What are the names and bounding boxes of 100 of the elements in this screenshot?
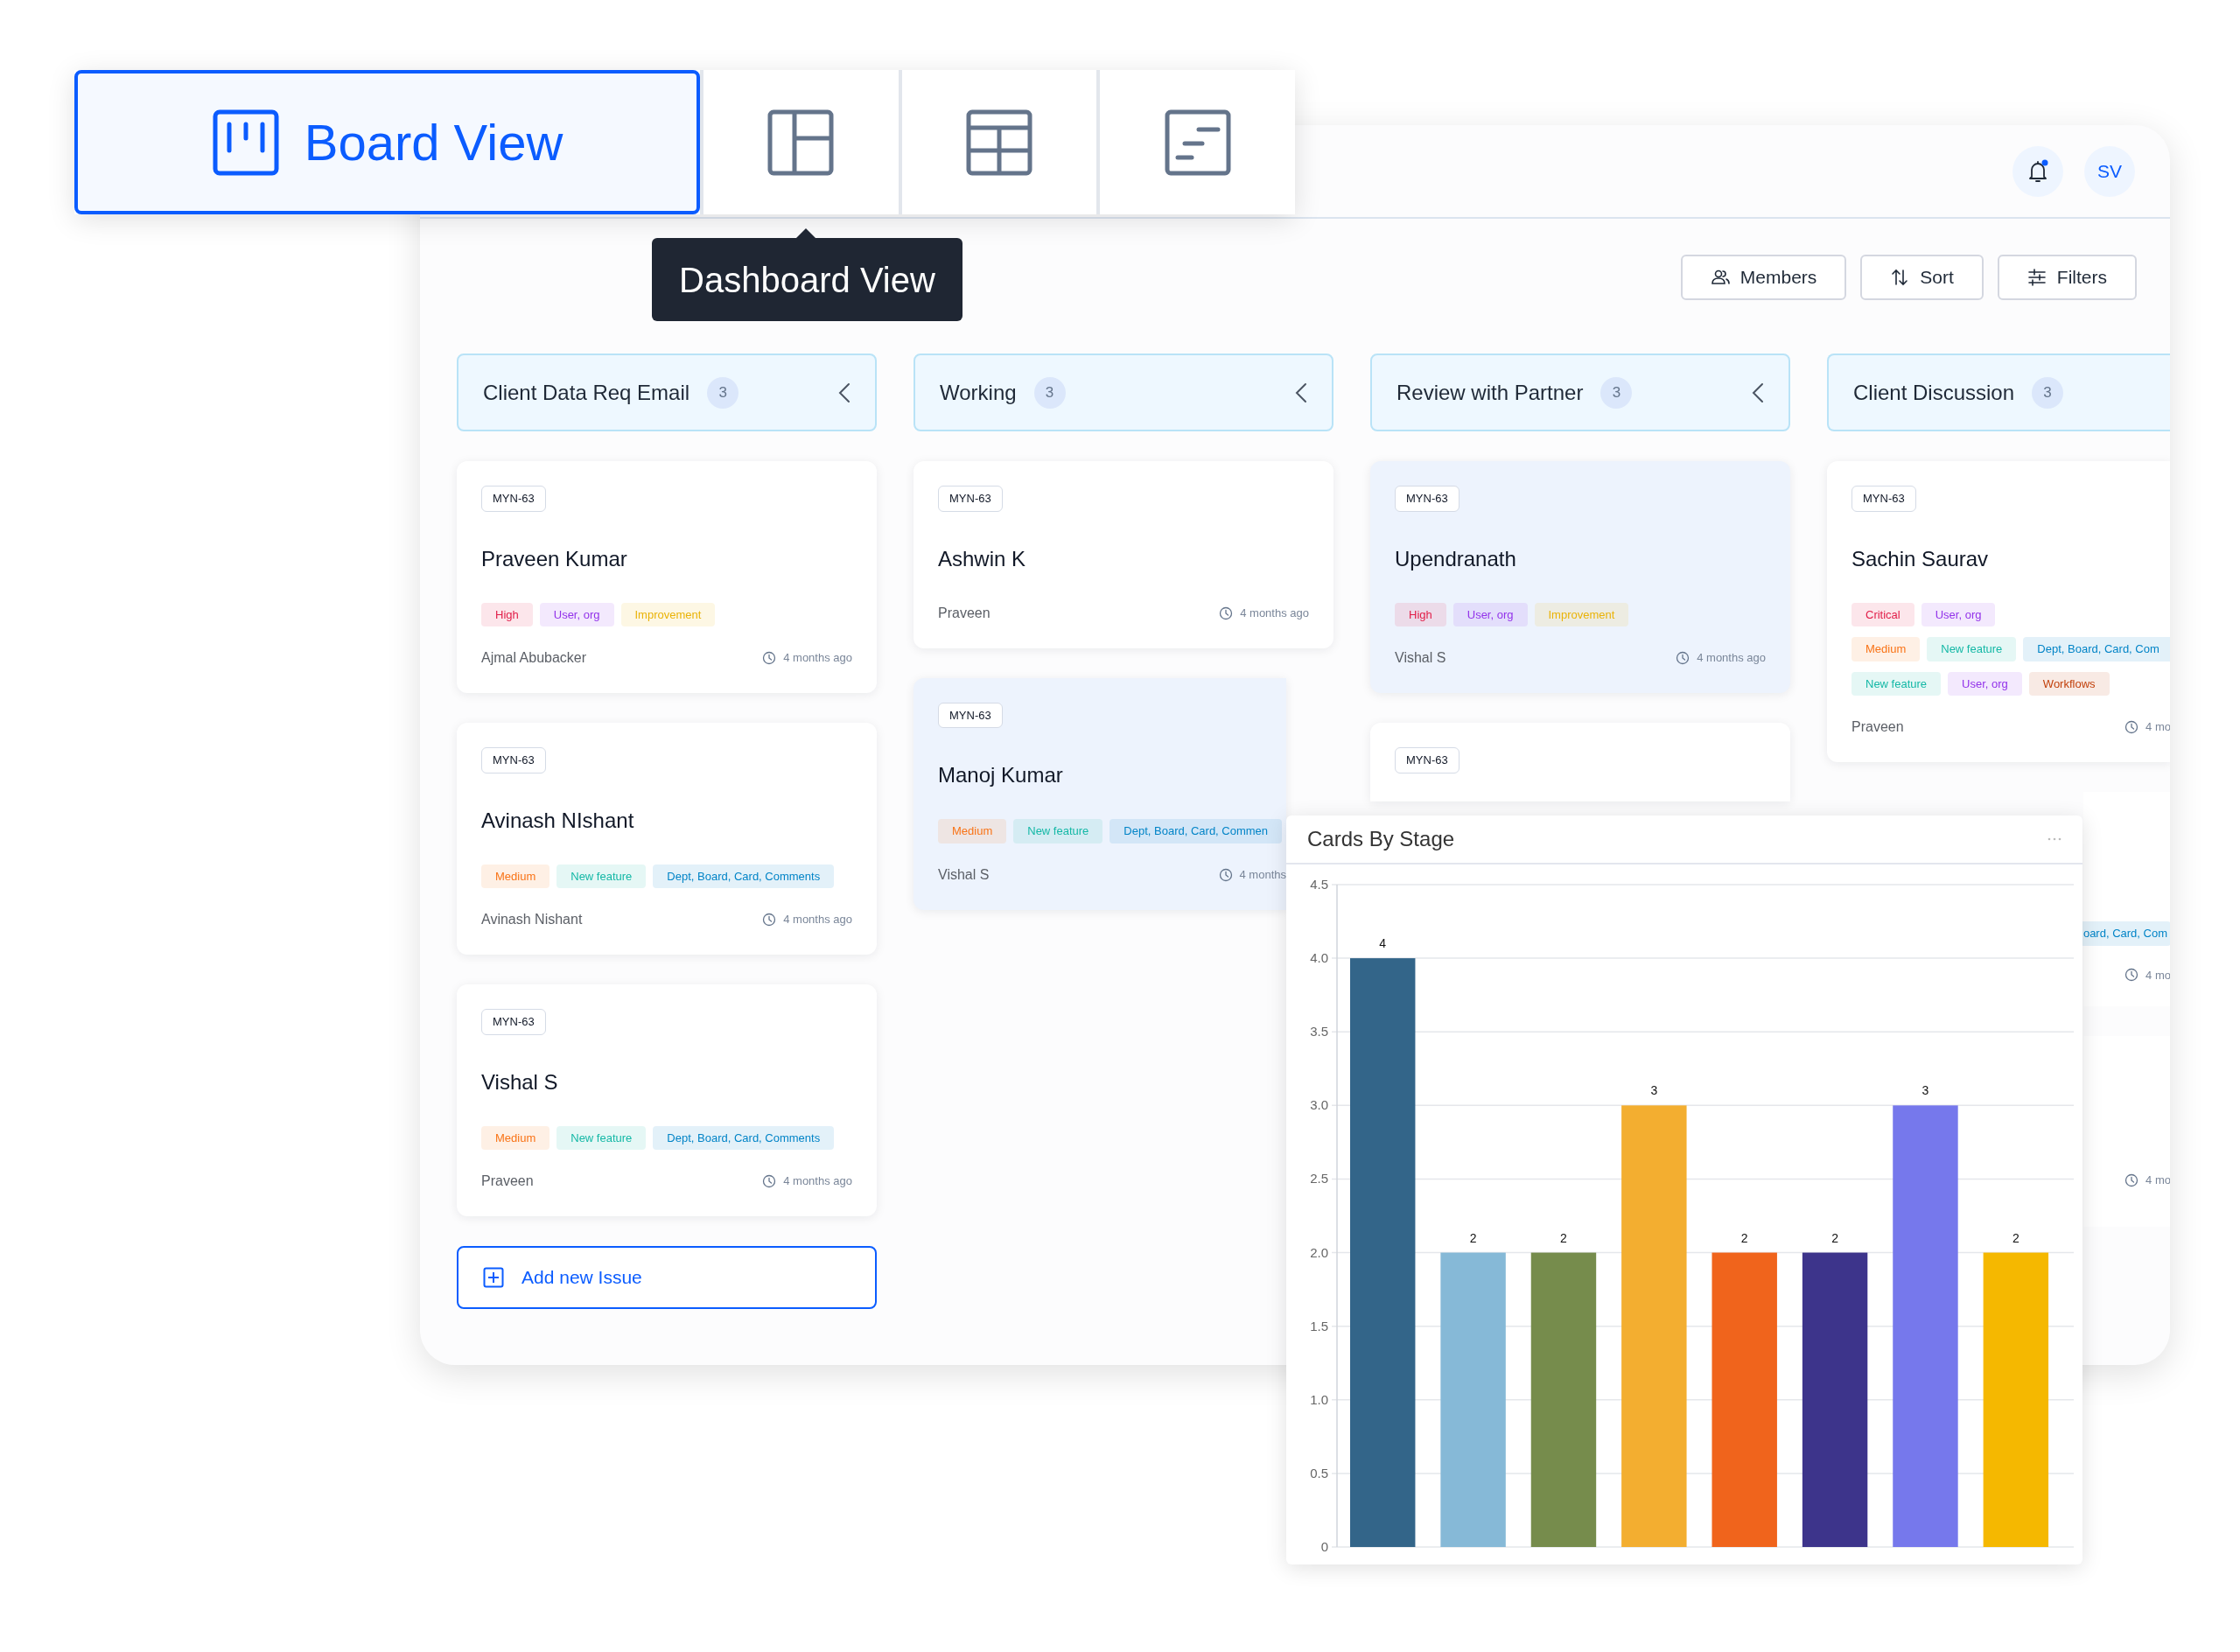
tag: High <box>481 602 533 626</box>
issue-id: MYN-63 <box>1852 486 1916 512</box>
card-title: Sachin Saurav <box>1852 545 1990 572</box>
issue-id: MYN-63 <box>481 486 546 512</box>
tag: User, org <box>1948 671 2022 696</box>
collapse-chevron-icon[interactable] <box>838 382 850 403</box>
tag: Dept, Board, Card, Commen <box>1110 819 1283 844</box>
view-tab[interactable] <box>898 70 1097 214</box>
assignee-name: Avinash Nishant <box>481 911 583 928</box>
tag: New feature <box>1852 671 1942 696</box>
issue-id: MYN-63 <box>938 486 1003 512</box>
issue-id: MYN-63 <box>1395 486 1460 512</box>
tooltip: Dashboard View <box>652 238 962 321</box>
time-ago: 4 months ago <box>783 1173 852 1190</box>
card-title: Upendranath <box>1395 545 1517 572</box>
column-title: Review with Partner <box>1396 379 1584 406</box>
tag: Medium <box>938 819 1007 844</box>
tag: Medium <box>481 1125 550 1150</box>
issue-card[interactable]: MYN-63 Ashwin K Praveen 4 months ago <box>914 461 1334 648</box>
time-ago: 4 mo <box>2146 967 2170 984</box>
issue-card[interactable]: MYN-63 Upendranath High User, org Improvement Vishal S 4 months ago <box>1370 461 1790 693</box>
tag: New feature <box>556 864 647 888</box>
y-tick-label: 0 <box>1320 1539 1328 1554</box>
time-ago: 4 mo <box>2146 719 2170 736</box>
column-header[interactable]: Working 3 <box>914 354 1334 431</box>
tag: New feature <box>1013 819 1103 844</box>
tag: Medium <box>481 864 550 888</box>
chart-title: Cards By Stage <box>1307 826 1455 852</box>
card-title: Ashwin K <box>938 545 1027 572</box>
assignee-name: Vishal S <box>1395 649 1446 667</box>
y-tick-label: 4.0 <box>1310 950 1328 966</box>
time-ago: 4 mo <box>2146 1172 2170 1188</box>
bar-value-label: 3 <box>1650 1083 1658 1098</box>
clock-icon <box>1218 867 1233 882</box>
assignee-name: Praveen <box>938 604 990 622</box>
time-ago: 4 months ago <box>783 912 852 928</box>
column-header[interactable]: Review with Partner 3 <box>1370 354 1790 431</box>
card-title: Avinash NIshant <box>481 807 635 834</box>
clock-icon <box>1219 606 1234 620</box>
clock-icon <box>762 913 777 927</box>
time-ago: 4 months ago <box>783 650 852 667</box>
toolbar-button[interactable]: Members <box>1680 255 1847 300</box>
tag: Critical <box>1852 602 1914 626</box>
collapse-chevron-icon[interactable] <box>1752 382 1764 403</box>
view-tab[interactable] <box>1096 70 1295 214</box>
tooltip-arrow <box>796 228 816 238</box>
count-badge: 3 <box>707 376 739 409</box>
card-title: Vishal S <box>481 1068 559 1096</box>
column-title: Client Data Req Email <box>483 379 690 406</box>
sort-icon <box>1890 268 1910 287</box>
time-ago: 4 months ago <box>1240 605 1309 621</box>
y-tick-label: 4.5 <box>1310 877 1328 892</box>
bar-value-label: 2 <box>1831 1230 1838 1245</box>
time-ago: 4 months ago <box>1697 650 1766 667</box>
y-tick-label: 1.5 <box>1310 1318 1328 1334</box>
bar-value-label: 2 <box>1740 1230 1748 1245</box>
bar-value-label: 2 <box>2012 1230 2020 1245</box>
timeline-icon <box>1163 108 1232 177</box>
time-ago: 4 months <box>1239 866 1286 883</box>
bar-value-label: 2 <box>1560 1230 1567 1245</box>
column-header[interactable]: Client Data Req Email 3 <box>457 354 877 431</box>
plus-square-icon <box>483 1267 504 1288</box>
toolbar-button[interactable]: Sort <box>1860 255 1984 300</box>
count-badge: 3 <box>1600 376 1633 409</box>
tag: User, org <box>1921 602 1996 626</box>
clock-icon <box>762 651 777 665</box>
issue-id: MYN-63 <box>938 702 1003 728</box>
tag: Improvement <box>620 602 716 626</box>
clock-icon <box>2124 720 2139 734</box>
tag: Workflows <box>2028 671 2110 696</box>
view-tab[interactable]: Board View <box>74 70 700 214</box>
tag: Medium <box>1852 637 1921 662</box>
column-title: Client Discussion <box>1853 379 2015 406</box>
user-avatar[interactable]: SV <box>2084 145 2135 197</box>
column-header[interactable]: Client Discussion 3 <box>1827 354 2170 431</box>
view-tab[interactable] <box>700 70 899 214</box>
table-icon <box>965 108 1033 177</box>
issue-id: MYN-63 <box>481 747 546 774</box>
assignee-name: Vishal S <box>938 865 990 884</box>
toolbar-button[interactable]: Filters <box>1997 255 2137 300</box>
tag: User, org <box>539 602 614 626</box>
tag: Dept, Board, Card, Com <box>2023 637 2170 662</box>
column-title: Working <box>940 379 1017 406</box>
y-tick-label: 3.5 <box>1310 1024 1328 1040</box>
card-title: Manoj Kumar <box>938 762 1064 788</box>
sliders-icon <box>2026 268 2047 287</box>
y-tick-label: 0.5 <box>1310 1465 1328 1480</box>
issue-card[interactable]: MYN-63 <box>1370 723 1790 802</box>
count-badge: 3 <box>2032 376 2064 409</box>
count-badge: 3 <box>1033 376 1066 409</box>
people-icon <box>1710 268 1730 287</box>
collapse-chevron-icon[interactable] <box>1295 382 1307 403</box>
tag: User, org <box>1452 602 1528 626</box>
add-issue-button[interactable]: Add new Issue <box>457 1246 877 1309</box>
issue-card[interactable]: MYN-63 Praveen Kumar High User, org Improvement Ajmal Abubacker 4 months ago <box>457 461 877 693</box>
issue-card[interactable]: MYN-63 Avinash NIshant Medium New feature Dept, Board, Card, Comments Avinash Nishant 4 months ago <box>457 723 877 955</box>
issue-card[interactable]: MYN-63 Sachin Saurav Critical User, org Medium New feature Dept, Board, Card, Com New feature User, org Workflows Praveen 4 mo <box>1827 461 2170 762</box>
issue-card[interactable]: MYN-63 Manoj Kumar Medium New feature Dept, Board, Card, Commen Vishal S 4 months <box>914 677 1286 910</box>
clock-icon <box>762 1174 777 1188</box>
issue-card[interactable]: MYN-63 Vishal S Medium New feature Dept, Board, Card, Comments Praveen 4 months ago <box>457 984 877 1216</box>
